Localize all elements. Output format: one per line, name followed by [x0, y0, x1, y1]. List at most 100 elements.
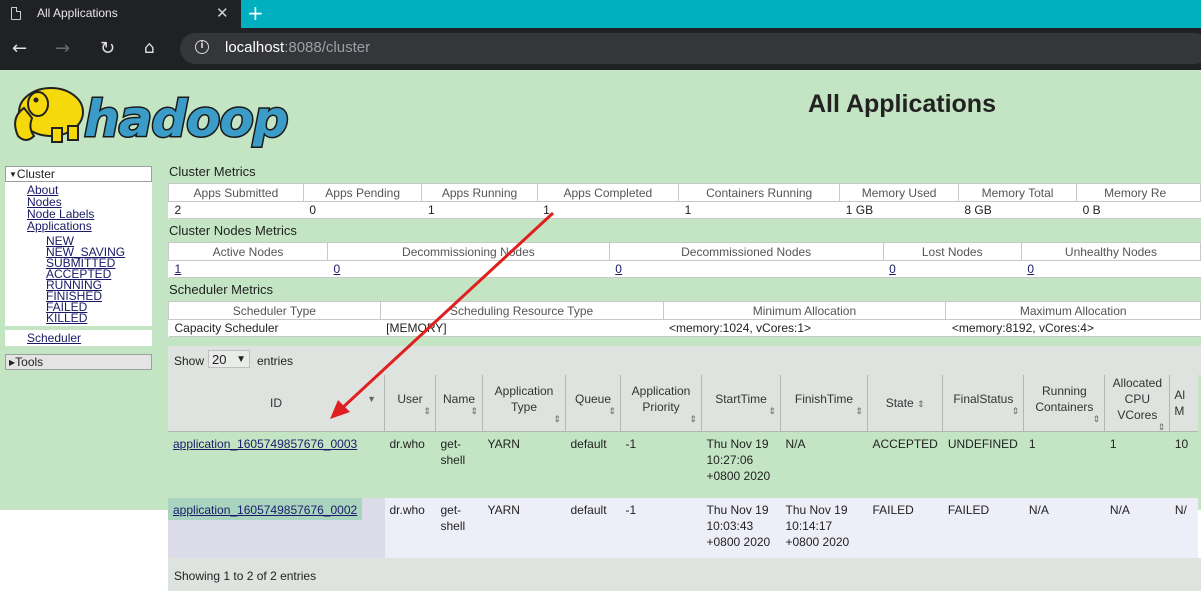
col-minimum-allocation: Minimum Allocation [662, 301, 947, 320]
cell-priority: -1 [620, 498, 702, 564]
col-scheduling-resource-type: Scheduling Resource Type [379, 301, 664, 320]
cell-priority: -1 [620, 431, 702, 498]
nav-scheduler[interactable]: Scheduler [5, 332, 152, 344]
cell-name: get-shell [435, 498, 483, 564]
info-icon[interactable]: i [195, 40, 209, 54]
col-allocated-memory[interactable]: Al M [1169, 375, 1199, 432]
cell-queue: default [565, 498, 621, 564]
col-apps-pending: Apps Pending [302, 183, 423, 202]
elephant-icon [14, 87, 84, 143]
col-apps-submitted: Apps Submitted [168, 183, 304, 202]
col-state[interactable]: State ⇕ [866, 375, 943, 432]
cluster-nodes-metrics-title: Cluster Nodes Metrics [169, 223, 297, 238]
cell-cpu: 1 [1104, 431, 1170, 498]
val-lost-nodes[interactable]: 0 [889, 262, 896, 276]
table-row: application_1605749857676_0002 dr.who ge… [168, 498, 1199, 564]
logo-wordmark: hadoop [84, 90, 288, 148]
cluster-metrics-title: Cluster Metrics [169, 164, 256, 179]
col-running-containers[interactable]: Running Containers ⇕ [1023, 375, 1105, 432]
col-user[interactable]: User ⇕ [384, 375, 436, 432]
show-entries-bar: Show 20 ▼ entries [168, 346, 1201, 375]
browser-tab[interactable]: All Applications ✕ [0, 0, 241, 28]
expanded-triangle-icon: ▼ [9, 170, 17, 179]
val-apps-completed: 1 [537, 201, 679, 219]
entries-label: entries [257, 354, 294, 368]
page-title: All Applications [808, 90, 996, 118]
cell-containers: 1 [1023, 431, 1105, 498]
page-icon [11, 7, 21, 20]
col-application-type[interactable]: Application Type ⇕ [482, 375, 566, 432]
reload-icon[interactable]: ↻ [100, 38, 115, 59]
nav-applications[interactable]: Applications [5, 220, 152, 232]
col-allocated-cpu[interactable]: Allocated CPU VCores ⇕ [1104, 375, 1170, 432]
sort-icon: ⇕ [553, 414, 561, 424]
val-containers-running: 1 [678, 201, 840, 219]
chevron-down-icon: ▼ [236, 354, 246, 365]
url-path: :8088/cluster [284, 39, 371, 56]
val-unhealthy-nodes[interactable]: 0 [1027, 262, 1034, 276]
val-scheduler-type: Capacity Scheduler [168, 319, 381, 337]
url-host: localhost [225, 39, 285, 56]
show-label: Show [174, 354, 205, 368]
sort-icon: ⇕ [1092, 414, 1101, 424]
cell-containers: N/A [1023, 498, 1105, 564]
cell-memory: 10 [1169, 431, 1199, 498]
cell-user: dr.who [384, 498, 436, 564]
val-decommissioning-nodes[interactable]: 0 [334, 262, 341, 276]
forward-icon[interactable]: → [55, 38, 70, 59]
new-tab-icon[interactable]: + [247, 1, 264, 25]
cell-start-time: Thu Nov 19 10:27:06 +0800 2020 [701, 431, 781, 498]
home-icon[interactable]: ⌂ [144, 38, 155, 58]
col-queue[interactable]: Queue ⇕ [565, 375, 621, 432]
cell-queue: default [565, 431, 621, 498]
cell-type: YARN [482, 498, 566, 564]
col-start-time[interactable]: StartTime ⇕ [701, 375, 781, 432]
col-memory-total: Memory Total [957, 183, 1078, 202]
col-finish-time[interactable]: FinishTime ⇕ [780, 375, 868, 432]
app-id-link[interactable]: application_1605749857676_0002 [168, 498, 363, 520]
col-apps-completed: Apps Completed [536, 183, 680, 202]
back-icon[interactable]: ← [12, 38, 27, 59]
entries-select[interactable]: 20 ▼ [208, 350, 250, 368]
col-lost-nodes: Lost Nodes [882, 242, 1022, 261]
val-memory-used: 1 GB [839, 201, 959, 219]
close-tab-icon[interactable]: ✕ [216, 4, 229, 22]
left-nav: ▼Cluster About Nodes Node Labels Applica… [5, 166, 152, 370]
val-active-nodes[interactable]: 1 [175, 262, 182, 276]
nav-state-killed[interactable]: KILLED [5, 312, 152, 324]
sort-icon: ⇕ [1011, 406, 1020, 416]
cell-user: dr.who [384, 431, 436, 498]
cell-state: FAILED [867, 498, 943, 564]
val-apps-pending: 0 [303, 201, 422, 219]
col-apps-running: Apps Running [421, 183, 538, 202]
sort-icon: ⇕ [470, 406, 478, 416]
val-memory-reserved: 0 B [1076, 201, 1201, 219]
col-maximum-allocation: Maximum Allocation [945, 301, 1201, 320]
address-bar[interactable]: i localhost:8088/cluster [180, 33, 1201, 64]
sort-icon: ⇕ [855, 406, 863, 416]
browser-tab-bar: All Applications ✕ + [0, 0, 1201, 28]
sort-icon: ⇕ [423, 406, 431, 416]
cell-cpu: N/A [1104, 498, 1170, 564]
scheduler-metrics-table: Scheduler Type Scheduling Resource Type … [168, 301, 1201, 337]
col-name[interactable]: Name ⇕ [435, 375, 483, 432]
col-decommissioned-nodes: Decommissioned Nodes [608, 242, 884, 261]
val-minimum-allocation: <memory:1024, vCores:1> [663, 319, 946, 337]
cell-start-time: Thu Nov 19 10:03:43 +0800 2020 [701, 498, 781, 564]
col-final-status[interactable]: FinalStatus ⇕ [942, 375, 1024, 432]
col-containers-running: Containers Running [678, 183, 841, 202]
col-id[interactable]: ID ▼ [168, 375, 385, 432]
val-decommissioned-nodes[interactable]: 0 [615, 262, 622, 276]
app-id-link[interactable]: application_1605749857676_0003 [173, 437, 357, 451]
table-info-text: Showing 1 to 2 of 2 entries [174, 569, 317, 583]
cell-final-status: UNDEFINED [942, 431, 1024, 498]
cell-finish-time: N/A [780, 431, 868, 498]
col-application-priority[interactable]: Application Priority ⇕ [620, 375, 702, 432]
cell-type: YARN [482, 431, 566, 498]
nav-tools-header[interactable]: ▶Tools [5, 354, 152, 370]
sort-icon: ⇕ [608, 406, 616, 416]
cell-finish-time: Thu Nov 19 10:14:17 +0800 2020 [780, 498, 868, 564]
nav-cluster-header[interactable]: ▼Cluster [5, 166, 152, 182]
val-apps-submitted: 2 [168, 201, 304, 219]
table-info-bar: Showing 1 to 2 of 2 entries [168, 558, 1201, 591]
